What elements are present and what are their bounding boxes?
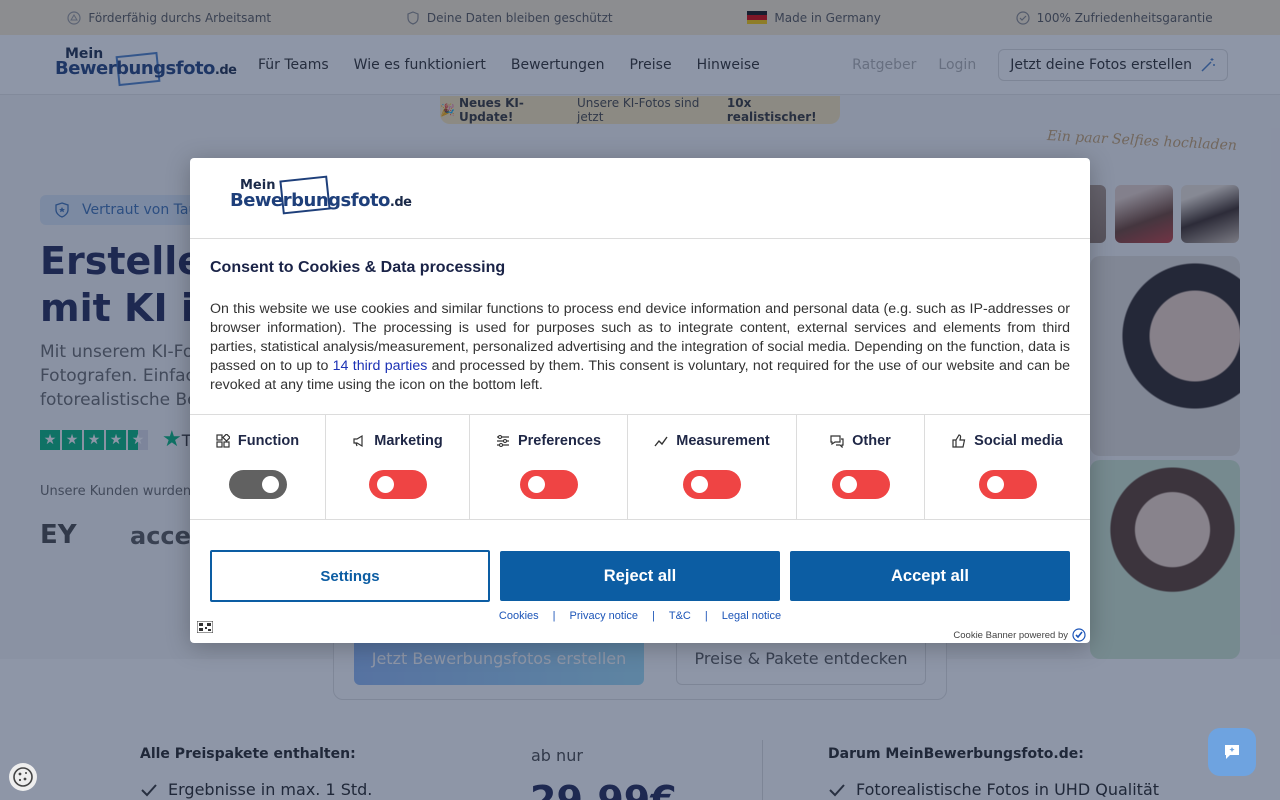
reject-all-button[interactable]: Reject all [500, 551, 780, 601]
modal-logo: Mein Bewerbungsfoto.de [228, 174, 412, 222]
category-header: Preferences [470, 433, 627, 449]
toggle-knob [986, 476, 1004, 493]
category-marketing: Marketing [326, 415, 470, 519]
marketing-toggle[interactable] [368, 470, 427, 499]
accept-all-button[interactable]: Accept all [790, 551, 1070, 601]
category-social-media: Social media [925, 415, 1090, 519]
cookies-link[interactable]: Cookies [499, 610, 539, 622]
category-other: Other [797, 415, 925, 519]
function-toggle[interactable] [228, 470, 287, 499]
toggle-knob [261, 476, 279, 493]
category-header: Social media [925, 433, 1090, 449]
qr-code-icon[interactable] [197, 621, 213, 633]
privacy-notice-link[interactable]: Privacy notice [570, 610, 638, 622]
other-toggle[interactable] [831, 470, 890, 499]
function-icon [216, 434, 230, 448]
sliders-icon [496, 435, 509, 447]
category-label: Function [237, 433, 300, 449]
category-label: Other [852, 433, 891, 449]
third-parties-link[interactable]: 14 third parties [333, 358, 428, 374]
measurement-toggle[interactable] [683, 470, 741, 499]
terms-link[interactable]: T&C [669, 610, 691, 622]
logo-tld: .de [389, 195, 412, 210]
category-label: Social media [974, 433, 1063, 449]
logo-name: Bewerbungsfoto [230, 190, 390, 211]
category-header: Function [190, 433, 325, 449]
preferences-toggle[interactable] [519, 470, 578, 499]
category-measurement: Measurement [628, 415, 797, 519]
provider-logo-icon [1072, 628, 1086, 642]
divider [190, 238, 1090, 239]
toggle-knob [691, 476, 708, 493]
settings-button[interactable]: Settings [210, 550, 490, 602]
cookie-consent-dialog: Mein Bewerbungsfoto.de Consent to Cookie… [190, 158, 1090, 643]
powered-by-label: Cookie Banner powered by [953, 629, 1068, 641]
chat-icon [1225, 745, 1239, 759]
category-preferences: Preferences [470, 415, 628, 519]
chart-icon [654, 436, 668, 447]
cookie-settings-fab[interactable] [9, 763, 37, 791]
toggle-knob [527, 476, 545, 493]
category-label: Measurement [676, 433, 770, 449]
legal-notice-link[interactable]: Legal notice [722, 610, 781, 622]
cookie-dialog-description: On this website we use cookies and simil… [210, 300, 1070, 395]
chat-button[interactable] [1208, 728, 1256, 776]
toggle-knob [376, 476, 394, 493]
separator: | [704, 610, 708, 622]
category-header: Other [797, 433, 924, 449]
chat-bubbles-icon [830, 435, 844, 448]
separator: | [552, 610, 556, 622]
category-label: Marketing [374, 433, 443, 449]
cookie-icon [13, 767, 33, 787]
category-label: Preferences [517, 433, 602, 449]
powered-by[interactable]: Cookie Banner powered by [953, 628, 1086, 642]
category-header: Marketing [326, 433, 469, 449]
separator: | [652, 610, 655, 622]
thumbs-up-icon [952, 434, 966, 448]
legal-links: Cookies | Privacy notice | T&C | Legal n… [190, 610, 1090, 622]
logo-wordmark: Bewerbungsfoto.de [230, 190, 412, 211]
toggle-knob [839, 476, 857, 493]
consent-categories: Function Marketing Preferences Measureme… [190, 414, 1090, 520]
category-function: Function [190, 415, 326, 519]
social-media-toggle[interactable] [978, 470, 1037, 499]
category-header: Measurement [628, 433, 796, 449]
megaphone-icon [353, 434, 363, 448]
cookie-dialog-title: Consent to Cookies & Data processing [210, 259, 506, 276]
